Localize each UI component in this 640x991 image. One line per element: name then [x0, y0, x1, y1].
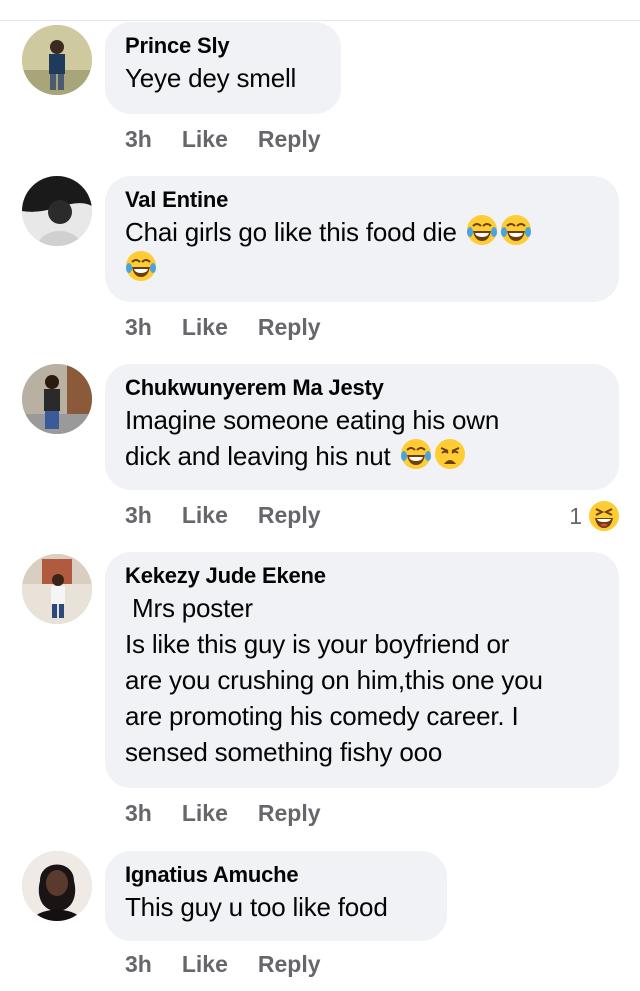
reaction-summary[interactable]: 1	[569, 500, 620, 532]
reply-button[interactable]: Reply	[258, 126, 321, 153]
comment-text-line: Imagine someone eating his own	[125, 405, 500, 435]
comment-actions: 3h Like Reply	[125, 502, 620, 529]
comment-actions: 3h Like Reply	[125, 951, 351, 978]
comment-text-content: Chai girls go like this food die	[125, 217, 457, 247]
face-with-tears-of-joy-icon	[466, 214, 498, 246]
like-button[interactable]: Like	[182, 126, 228, 153]
reply-button[interactable]: Reply	[258, 314, 321, 341]
comment-bubble: Prince Sly Yeye dey smell	[105, 22, 341, 114]
comment-actions: 3h Like Reply	[125, 800, 351, 827]
comment-author[interactable]: Chukwunyerem Ma Jesty	[125, 374, 599, 402]
face-with-tears-of-joy-icon	[500, 214, 532, 246]
comment-author[interactable]: Ignatius Amuche	[125, 861, 427, 889]
grinning-squinting-face-icon	[588, 500, 620, 532]
comment-author[interactable]: Kekezy Jude Ekene	[125, 562, 599, 590]
timestamp[interactable]: 3h	[125, 126, 152, 153]
reaction-count: 1	[569, 502, 582, 529]
timestamp[interactable]: 3h	[125, 800, 152, 827]
comment-text-line	[125, 250, 599, 286]
reply-button[interactable]: Reply	[258, 951, 321, 978]
face-with-tears-of-joy-icon	[400, 438, 432, 470]
comment-text-line: are you crushing on him,this one you	[125, 665, 543, 695]
timestamp[interactable]: 3h	[125, 502, 152, 529]
reply-button[interactable]: Reply	[258, 800, 321, 827]
avatar[interactable]	[22, 364, 92, 434]
like-button[interactable]: Like	[182, 800, 228, 827]
comment-actions: 3h Like Reply	[125, 314, 351, 341]
avatar[interactable]	[22, 176, 92, 246]
comment-text: Chai girls go like this food die	[125, 214, 599, 250]
comment-bubble: Val Entine Chai girls go like this food …	[105, 176, 619, 302]
weary-face-icon	[434, 438, 466, 470]
comment-bubble: Kekezy Jude Ekene Mrs poster Is like thi…	[105, 552, 619, 788]
timestamp[interactable]: 3h	[125, 951, 152, 978]
like-button[interactable]: Like	[182, 951, 228, 978]
reply-button[interactable]: Reply	[258, 502, 321, 529]
comment-author[interactable]: Val Entine	[125, 186, 599, 214]
comment-text-line: are promoting his comedy career. I	[125, 701, 519, 731]
comment-text-line: dick and leaving his nut	[125, 438, 599, 474]
comment-bubble: Chukwunyerem Ma Jesty Imagine someone ea…	[105, 364, 619, 490]
comment-bubble: Ignatius Amuche This guy u too like food	[105, 851, 447, 941]
face-with-tears-of-joy-icon	[125, 250, 157, 282]
comment-text: Yeye dey smell	[125, 63, 297, 93]
like-button[interactable]: Like	[182, 314, 228, 341]
comment-actions: 3h Like Reply	[125, 126, 351, 153]
avatar[interactable]	[22, 554, 92, 624]
like-button[interactable]: Like	[182, 502, 228, 529]
avatar[interactable]	[22, 851, 92, 921]
comment-text-content: dick and leaving his nut	[125, 441, 391, 471]
timestamp[interactable]: 3h	[125, 314, 152, 341]
comment-author[interactable]: Prince Sly	[125, 32, 321, 60]
top-divider	[0, 20, 640, 21]
avatar[interactable]	[22, 25, 92, 95]
comment-text: This guy u too like food	[125, 892, 388, 922]
comment-text-line: Is like this guy is your boyfriend or	[125, 629, 510, 659]
comment-text-line: sensed something fishy ooo	[125, 737, 443, 767]
comment-text-line: Mrs poster	[125, 593, 253, 623]
